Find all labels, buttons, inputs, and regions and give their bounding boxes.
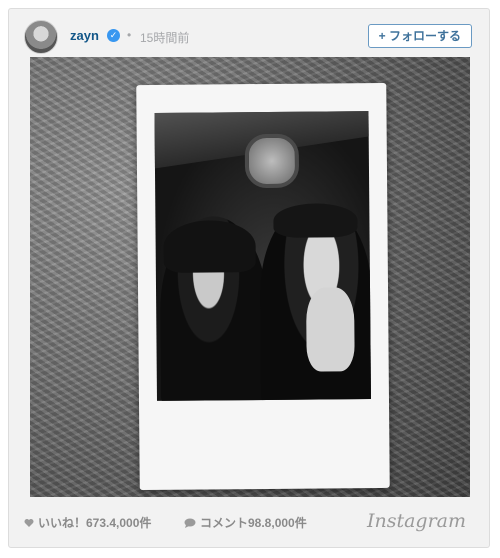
- instagram-logo[interactable]: Instagram: [367, 510, 466, 532]
- person-right-hair: [273, 203, 358, 238]
- post-timestamp[interactable]: 15時間前: [140, 29, 189, 46]
- likes-label: いいね！673.4,000件: [38, 516, 152, 530]
- person-left-cap: [163, 220, 256, 273]
- post-header: zayn ✓ • 15時間前 + フォローする: [24, 20, 476, 54]
- comments-label: コメント98.8,000件: [200, 516, 307, 530]
- cabin-window: [244, 133, 300, 189]
- follow-button[interactable]: + フォローする: [367, 24, 472, 48]
- speech-bubble-icon: [184, 518, 196, 528]
- comments-count[interactable]: コメント98.8,000件: [184, 514, 307, 531]
- heart-icon: [24, 519, 34, 527]
- likes-count[interactable]: いいね！673.4,000件: [24, 514, 151, 531]
- verified-badge-icon: ✓: [107, 29, 120, 42]
- polaroid-print: [136, 82, 390, 491]
- hand: [306, 287, 355, 372]
- post-photo[interactable]: [30, 57, 470, 497]
- polaroid-image: [154, 111, 371, 401]
- separator-dot: •: [127, 28, 132, 42]
- user-avatar[interactable]: [24, 20, 58, 54]
- post-footer: いいね！673.4,000件 コメント98.8,000件 Instagram: [24, 510, 476, 534]
- username-link[interactable]: zayn: [70, 28, 99, 43]
